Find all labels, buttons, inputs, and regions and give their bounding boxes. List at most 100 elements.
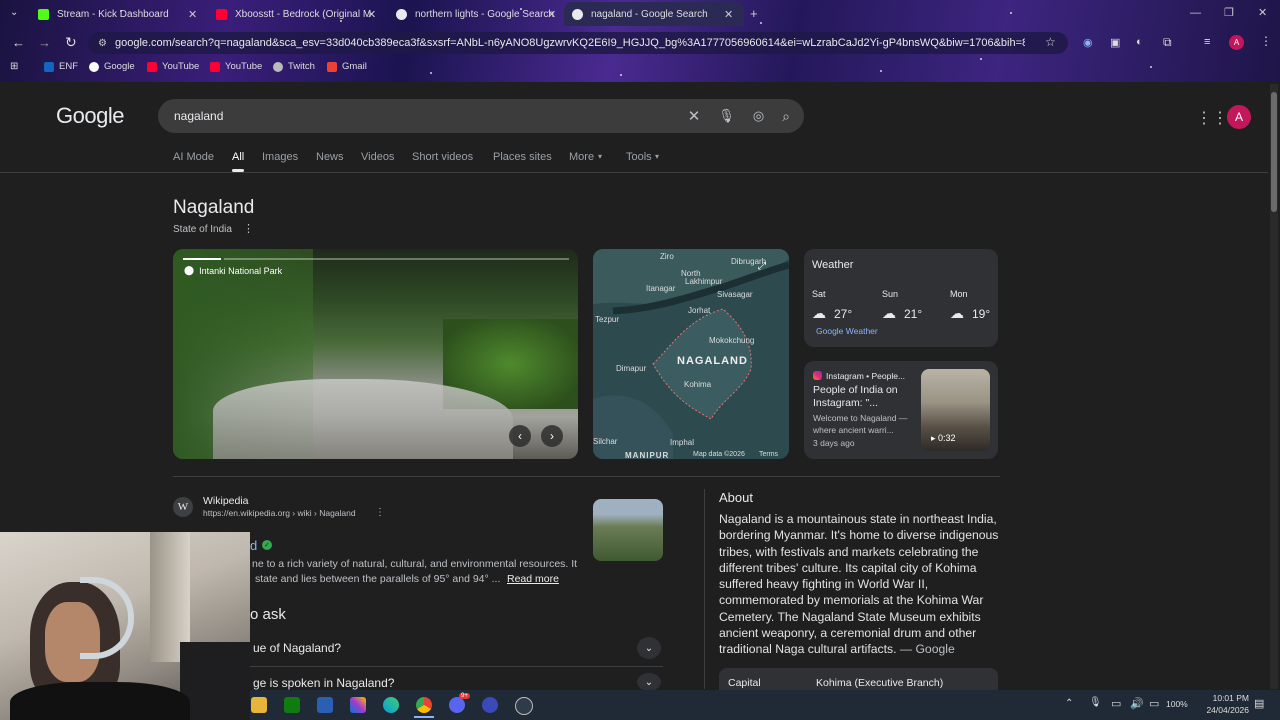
clock-time[interactable]: 10:01 PM [1201, 693, 1249, 703]
globe-icon [273, 61, 283, 72]
chevron-down-icon[interactable]: ⌄ [637, 673, 661, 691]
result-url[interactable]: https://en.wikipedia.org › wiki › Nagala… [203, 508, 356, 518]
minimize-icon[interactable]: — [1190, 7, 1201, 19]
chevron-up-icon[interactable]: ⌃ [1065, 698, 1073, 709]
battery-icon[interactable]: ▭ [1149, 697, 1159, 710]
map-terms-link[interactable]: Terms [759, 451, 778, 458]
result-options-icon[interactable]: ⋮ [375, 507, 385, 518]
xbox-icon[interactable] [284, 697, 300, 713]
insta-source: Instagram • People... [826, 371, 906, 381]
google-apps-icon[interactable]: ⋮⋮ [1196, 108, 1228, 128]
scrollbar-thumb[interactable] [1271, 92, 1277, 212]
url-text: google.com/search?q=nagaland&sca_esv=33d… [114, 37, 1025, 49]
bookmark-star-icon[interactable]: ☆ [1045, 35, 1056, 49]
result-site-name[interactable]: Wikipedia [203, 495, 249, 507]
bookmark-enf[interactable]: ENF [44, 61, 78, 72]
network-icon[interactable]: ▭ [1111, 697, 1121, 710]
kp-more-options-icon[interactable]: ⋮ [243, 222, 254, 235]
carousel-next-button[interactable]: › [541, 425, 563, 447]
editor-icon[interactable] [317, 697, 333, 713]
search-box[interactable]: nagaland ✕ 🎙 ◎ ⌕ [158, 99, 804, 133]
tab-kick[interactable]: Stream - Kick Dashboard [30, 4, 208, 24]
map-expand-icon[interactable]: ⤢ [758, 261, 766, 272]
clear-icon[interactable]: ✕ [688, 107, 701, 125]
tab-videos[interactable]: Videos [361, 151, 394, 163]
tab-images[interactable]: Images [262, 151, 298, 163]
apps-grid-icon[interactable]: ⊞ [10, 61, 18, 72]
tab-close-icon[interactable]: ✕ [367, 8, 376, 21]
paa-question[interactable]: ge is spoken in Nagaland? [253, 676, 394, 690]
tab-northern-lights[interactable]: northern lights - Google Search [388, 4, 556, 24]
bookmark-google[interactable]: Google [89, 61, 135, 72]
microphone-icon[interactable]: 🎙 [1089, 697, 1102, 708]
paa-heading: o ask [250, 606, 286, 623]
tab-all[interactable]: All [232, 151, 244, 163]
volume-icon[interactable]: 🔊 [1130, 697, 1144, 710]
tab-youtube[interactable]: Xboosstt - Bedrock (Original M [208, 4, 378, 24]
extension-icon[interactable]: ▣ [1110, 36, 1120, 49]
weather-source-link[interactable]: Google Weather [816, 326, 878, 336]
gmail-icon [327, 61, 337, 72]
map-label: Kohima [684, 380, 712, 389]
tab-ai-mode[interactable]: AI Mode [173, 151, 214, 163]
result-thumbnail[interactable] [593, 499, 663, 561]
settings-icon[interactable] [515, 697, 533, 715]
google-logo[interactable]: Google [56, 103, 124, 129]
chrome-menu-icon[interactable]: ⋮ [1260, 34, 1272, 48]
read-more-link[interactable]: Read more [507, 573, 559, 585]
tab-short-videos[interactable]: Short videos [412, 151, 473, 163]
tab-close-icon[interactable]: ✕ [724, 8, 733, 21]
new-tab-icon[interactable]: + [750, 6, 758, 21]
capital-value[interactable]: Kohima (Executive Branch) [816, 677, 943, 689]
account-avatar[interactable]: A [1227, 105, 1251, 129]
weather-card[interactable]: Weather Sat Sun Mon ☁ 27° ☁ 21° ☁ 19° Go… [804, 249, 998, 347]
edge-icon[interactable] [383, 697, 399, 713]
clock-date[interactable]: 24/04/2026 [1201, 705, 1249, 715]
chrome-icon[interactable] [416, 697, 432, 713]
bookmark-twitch[interactable]: Twitch [273, 61, 315, 72]
instagram-card[interactable]: Instagram • People... People of India on… [804, 361, 998, 459]
tab-more[interactable]: More [569, 151, 594, 163]
youtube-icon [210, 61, 220, 72]
paa-question[interactable]: ue of Nagaland? [253, 641, 341, 655]
file-explorer-icon[interactable] [251, 697, 267, 713]
lens-icon[interactable]: ◎ [753, 108, 764, 124]
profile-avatar[interactable]: A [1229, 35, 1244, 50]
bookmark-gmail[interactable]: Gmail [327, 61, 367, 72]
microphone-icon[interactable]: 🎙 [718, 108, 735, 124]
search-icon[interactable]: ⌕ [782, 108, 790, 125]
about-source-link[interactable]: — Google [900, 642, 955, 656]
bookmark-youtube[interactable]: YouTube [210, 61, 262, 72]
tab-nagaland[interactable]: nagaland - Google Search [564, 2, 744, 26]
kp-subtitle: State of India [173, 224, 232, 235]
address-bar[interactable]: ⚙ google.com/search?q=nagaland&sca_esv=3… [88, 32, 1068, 54]
tab-close-icon[interactable]: ✕ [188, 8, 197, 21]
result-title[interactable]: d [250, 538, 257, 553]
star [980, 58, 982, 60]
back-icon[interactable]: ← [12, 35, 25, 50]
extensions-puzzle-icon[interactable]: ⧉ [1163, 35, 1172, 50]
extension-icon[interactable]: ◐ [1136, 36, 1143, 48]
kp-map[interactable]: Ziro Dibrugarh North Lakhimpur Itanagar … [593, 249, 789, 459]
tab-close-icon[interactable]: ✕ [547, 8, 556, 21]
rain-cloud-icon: ☁ [812, 305, 826, 321]
discord-icon[interactable] [449, 697, 465, 713]
tab-places-sites[interactable]: Places sites [493, 151, 552, 163]
read-aloud-icon[interactable]: ◉ [1083, 36, 1093, 49]
close-window-icon[interactable]: ✕ [1258, 6, 1267, 19]
tab-list-dropdown-icon[interactable]: ⌄ [10, 7, 18, 18]
site-info-icon[interactable]: ⚙ [98, 38, 107, 49]
carousel-prev-button[interactable]: ‹ [509, 425, 531, 447]
tab-search-icon[interactable]: ≡ [1204, 36, 1210, 48]
search-input[interactable]: nagaland [174, 109, 688, 123]
bookmark-youtube[interactable]: YouTube [147, 61, 199, 72]
app-icon[interactable] [482, 697, 498, 713]
notifications-icon[interactable]: ▤ [1254, 697, 1264, 710]
forward-icon[interactable]: → [38, 35, 51, 50]
tab-news[interactable]: News [316, 151, 344, 163]
chevron-down-icon[interactable]: ⌄ [637, 637, 661, 659]
copilot-icon[interactable] [350, 697, 366, 713]
tools-button[interactable]: Tools [626, 151, 652, 163]
reload-icon[interactable]: ↻ [65, 34, 77, 51]
restore-icon[interactable]: ❐ [1224, 6, 1234, 19]
